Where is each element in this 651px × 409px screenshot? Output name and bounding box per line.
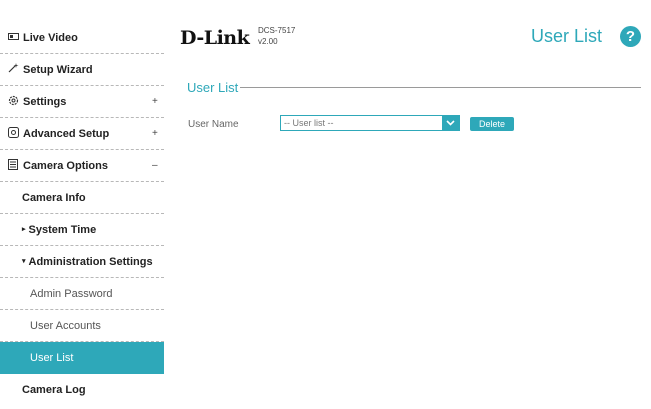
sidebar-item-admin-password[interactable]: Admin Password [0, 278, 164, 310]
expand-icon[interactable]: + [152, 96, 158, 107]
sidebar-item-settings[interactable]: Settings + [0, 86, 164, 118]
list-icon [8, 158, 20, 173]
user-name-label: User Name [188, 119, 239, 130]
sidebar-item-user-accounts[interactable]: User Accounts [0, 310, 164, 342]
sidebar-item-label: Advanced Setup [23, 127, 110, 140]
video-icon [8, 32, 20, 44]
delete-button[interactable]: Delete [470, 117, 514, 131]
sidebar-item-label: User List [30, 351, 74, 364]
sidebar-item-advanced-setup[interactable]: Advanced Setup + [0, 118, 164, 150]
model-name: DCS-7517 [258, 26, 296, 35]
user-list-select[interactable]: -- User list -- [280, 115, 460, 131]
sidebar-item-label: Setup Wizard [23, 63, 93, 76]
sidebar-item-camera-info[interactable]: Camera Info [0, 182, 164, 214]
sidebar-item-label: Camera Log [22, 384, 86, 396]
advanced-gear-icon [8, 126, 20, 141]
dlink-logo: D-Link [180, 27, 250, 49]
sidebar-item-user-list[interactable]: User List [0, 342, 164, 374]
caret-right-icon: ▸ [22, 225, 26, 233]
sidebar-item-live-video[interactable]: Live Video [0, 22, 164, 54]
collapse-icon[interactable]: – [152, 160, 158, 171]
help-icon[interactable]: ? [620, 26, 641, 47]
sidebar-item-label: Settings [23, 95, 67, 108]
sidebar-item-label: Admin Password [30, 287, 113, 300]
gear-icon [8, 95, 20, 109]
user-list-select-value: -- User list -- [284, 118, 334, 128]
sidebar-item-camera-options[interactable]: Camera Options – [0, 150, 164, 182]
sidebar-item-label: System Time [28, 223, 97, 236]
wand-icon [8, 63, 20, 76]
sidebar: Live Video Setup Wizard Settings + Advan… [0, 22, 164, 406]
sidebar-item-label: Camera Info [22, 191, 86, 204]
page-title: User List [531, 26, 603, 46]
model-info: DCS-7517 v2.00 [258, 25, 295, 47]
sidebar-item-label: Camera Options [23, 159, 108, 172]
sidebar-item-administration-settings[interactable]: ▾ Administration Settings [0, 246, 164, 278]
sidebar-item-label: Administration Settings [28, 255, 153, 268]
caret-down-icon: ▾ [22, 257, 26, 265]
chevron-down-icon[interactable] [442, 116, 459, 130]
section-divider [237, 87, 641, 88]
expand-icon[interactable]: + [152, 128, 158, 139]
firmware-version: v2.00 [258, 37, 278, 46]
sidebar-item-system-time[interactable]: ▸ System Time [0, 214, 164, 246]
section-title: User List [187, 80, 241, 95]
sidebar-item-label: User Accounts [30, 319, 101, 332]
sidebar-item-camera-log[interactable]: Camera Log [0, 374, 164, 406]
sidebar-item-label: Live Video [23, 31, 78, 44]
sidebar-item-setup-wizard[interactable]: Setup Wizard [0, 54, 164, 86]
